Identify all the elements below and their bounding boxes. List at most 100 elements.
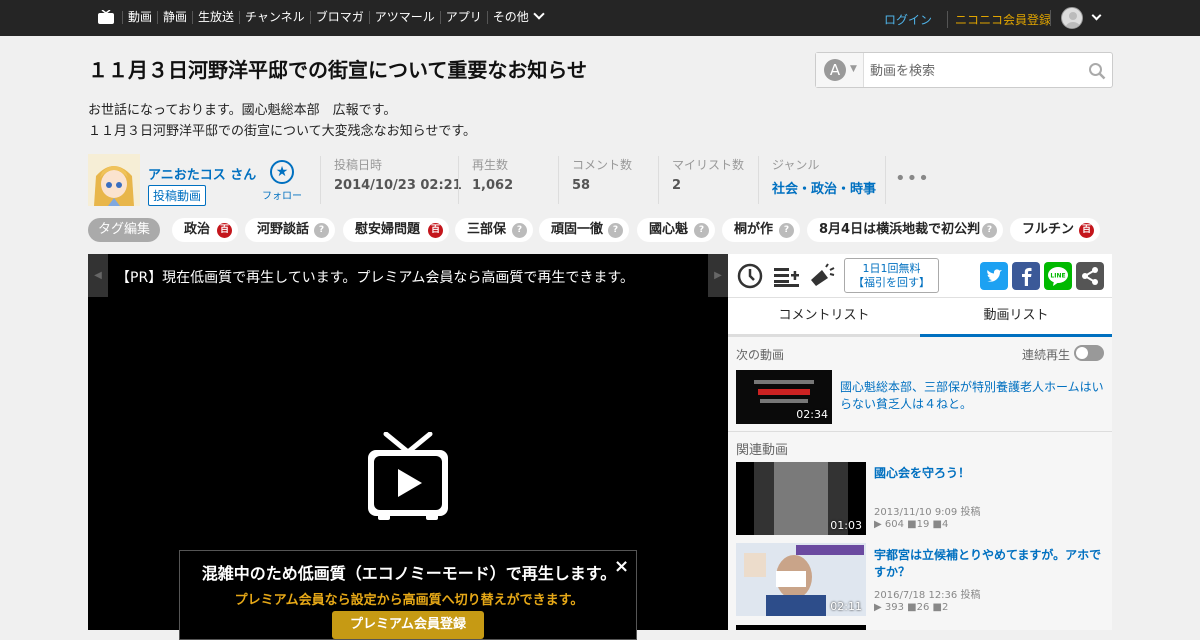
chevron-left-icon[interactable]: ◀ — [88, 254, 108, 297]
duration: 02:11 — [830, 600, 862, 613]
tag-item[interactable]: 河野談話? — [245, 218, 335, 242]
side-panel-toolbar: 1日1回無料 【福引を回す】 LINE — [728, 254, 1112, 298]
related-video-thumbnail[interactable]: 01:03 — [736, 462, 866, 535]
stat-value: 2014/10/23 02:21 — [334, 178, 462, 193]
nav-channel[interactable]: チャンネル — [239, 11, 310, 24]
no-dictionary-icon[interactable]: ? — [982, 223, 997, 238]
pr-banner: ◀ 【PR】現在低画質で再生しています。プレミアム会員なら高画質で再生できます。… — [88, 254, 728, 297]
related-video-counts: ▶ 604 ■19 ■4 — [874, 519, 948, 530]
no-dictionary-icon[interactable]: ? — [314, 223, 329, 238]
tag-item[interactable]: 頑固一徹? — [539, 218, 629, 242]
tag-label: 桐が作 — [734, 222, 774, 237]
tag-edit-button[interactable]: タグ編集 — [88, 218, 160, 242]
tag-item[interactable]: 三部保? — [455, 218, 533, 242]
nav-video[interactable]: 動画 — [122, 11, 157, 24]
tag-label: 政治 — [184, 222, 211, 237]
nav-atsumaru[interactable]: アツマール — [368, 11, 440, 24]
related-video-title[interactable]: 宇都宮は立候補とりやめてますが。アホですか？ — [874, 547, 1104, 581]
global-nav: 動画 静画 生放送 チャンネル ブロマガ アツマール アプリ その他 — [122, 11, 548, 24]
genre-link[interactable]: 社会・政治・時事 — [772, 178, 885, 197]
follow-button[interactable]: ★ フォロー — [260, 160, 304, 202]
nav-seiga[interactable]: 静画 — [157, 11, 192, 24]
autoplay-toggle[interactable] — [1074, 345, 1104, 361]
no-dictionary-icon[interactable]: ? — [779, 223, 794, 238]
twitter-icon[interactable] — [980, 262, 1008, 290]
comment-count: 26 — [916, 602, 930, 613]
related-video-thumbnail[interactable] — [736, 625, 866, 630]
facebook-icon[interactable] — [1012, 262, 1040, 290]
related-video-posted: 2016/7/18 12:36 投稿 — [874, 590, 981, 601]
description-line: １１月３日河野洋平邸での街宣について大変残念なお知らせです。 — [88, 124, 477, 139]
uploader-name[interactable]: アニおたコス さん — [148, 164, 256, 183]
related-videos-header: 関連動画 — [736, 443, 789, 458]
close-icon[interactable]: × — [614, 556, 629, 577]
search-type-select[interactable]: A ▼ — [816, 53, 864, 87]
video-title: １１月３日河野洋平邸での街宣について重要なお知らせ — [88, 58, 587, 82]
global-header: 動画 静画 生放送 チャンネル ブロマガ アツマール アプリ その他 ログイン … — [0, 0, 1200, 36]
tag-item[interactable]: 慰安婦問題百 — [343, 218, 449, 242]
nav-live[interactable]: 生放送 — [192, 11, 239, 24]
share-icon[interactable] — [1076, 262, 1104, 290]
play-icon[interactable] — [366, 432, 450, 522]
tab-video-list[interactable]: 動画リスト — [920, 299, 1112, 337]
economy-mode-notice: 混雑中のため低画質（エコノミーモード）で再生します。 × プレミアム会員なら設定… — [179, 550, 637, 640]
comment-count-icon: ■ — [907, 602, 917, 613]
no-dictionary-icon[interactable]: ? — [694, 223, 709, 238]
next-video-title[interactable]: 國心魁総本部、三部保が特別養護老人ホームはいらない貧乏人は４ねと。 — [840, 379, 1106, 413]
add-mylist-icon[interactable] — [772, 262, 800, 290]
premium-register-button[interactable]: プレミアム会員登録 — [332, 611, 484, 639]
more-options-icon[interactable]: ••• — [895, 168, 930, 189]
user-avatar-icon[interactable] — [1061, 7, 1083, 29]
stat-value: 2 — [672, 178, 682, 193]
uploader-avatar[interactable] — [88, 154, 140, 206]
tag-item[interactable]: 桐が作? — [722, 218, 800, 242]
tag-item[interactable]: 國心魁? — [637, 218, 715, 242]
login-link[interactable]: ログイン — [884, 11, 932, 28]
next-video-thumbnail[interactable]: 02:34 — [736, 370, 832, 424]
tag-label: 8月4日は横浜地裁で初公判 — [819, 222, 981, 237]
header-divider — [1050, 10, 1051, 26]
chevron-right-icon[interactable]: ▶ — [708, 254, 728, 297]
related-video-title[interactable]: 國心会を守ろう！ — [874, 465, 1104, 482]
tag-label: 河野談話 — [257, 222, 310, 237]
register-link[interactable]: ニコニコ会員登録 — [947, 11, 1051, 28]
tag-label: フルチン — [1022, 222, 1075, 237]
dictionary-icon[interactable]: 百 — [1079, 223, 1094, 238]
tag-label: 國心魁 — [649, 222, 689, 237]
search-type-icon: A — [824, 59, 846, 81]
megaphone-icon[interactable] — [808, 262, 836, 290]
line-icon[interactable]: LINE — [1044, 262, 1072, 290]
tab-comment-list[interactable]: コメントリスト — [728, 299, 920, 337]
video-player[interactable]: ◀ 【PR】現在低画質で再生しています。プレミアム会員なら高画質で再生できます。… — [88, 254, 728, 640]
chevron-down-icon[interactable] — [1091, 10, 1102, 21]
no-dictionary-icon[interactable]: ? — [512, 223, 527, 238]
tag-item[interactable]: 8月4日は横浜地裁で初公判? — [807, 218, 1003, 242]
nav-more[interactable]: その他 — [486, 11, 548, 24]
no-dictionary-icon[interactable]: ? — [608, 223, 623, 238]
tag-item[interactable]: 政治百 — [172, 218, 238, 242]
uploader-videos-badge[interactable]: 投稿動画 — [148, 185, 207, 206]
duration: 01:03 — [830, 519, 862, 532]
dictionary-icon[interactable]: 百 — [428, 223, 443, 238]
autoplay-label: 連続再生 — [1022, 348, 1071, 362]
search-input[interactable] — [870, 60, 1080, 80]
tag-label: 慰安婦問題 — [355, 222, 421, 237]
stat-label: 再生数 — [472, 158, 509, 172]
caret-down-icon: ▼ — [850, 64, 857, 74]
nav-blomaga[interactable]: ブロマガ — [309, 11, 369, 24]
niconico-logo-icon[interactable] — [98, 10, 114, 24]
fukubiki-button[interactable]: 1日1回無料 【福引を回す】 — [844, 258, 939, 293]
clock-icon[interactable] — [736, 262, 764, 290]
tag-item[interactable]: フルチン百 — [1010, 218, 1100, 242]
divider — [728, 431, 1112, 432]
related-video-thumbnail[interactable]: 02:11 — [736, 543, 866, 616]
nav-app[interactable]: アプリ — [439, 11, 487, 24]
dictionary-icon[interactable]: 百 — [217, 223, 232, 238]
search-box: A ▼ — [815, 52, 1113, 88]
next-video-header: 次の動画 — [736, 348, 785, 362]
pr-text[interactable]: 【PR】現在低画質で再生しています。プレミアム会員なら高画質で再生できます。 — [116, 267, 634, 287]
related-video-posted: 2013/11/10 9:09 投稿 — [874, 507, 981, 518]
economy-subtitle: プレミアム会員なら設定から高画質へ切り替えができます。 — [234, 593, 584, 608]
search-icon[interactable] — [1088, 62, 1106, 80]
mylist-count: 4 — [942, 519, 949, 530]
